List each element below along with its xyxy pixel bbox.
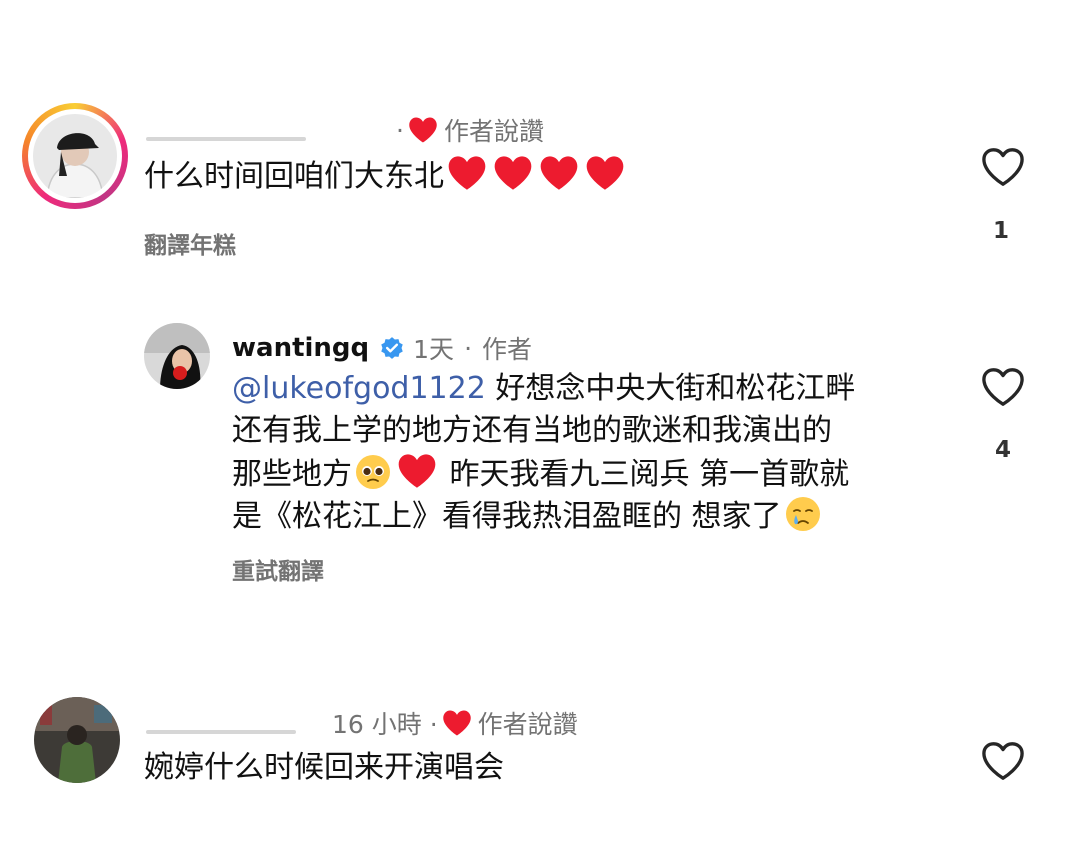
avatar[interactable] — [144, 323, 210, 389]
comment-meta: · 作者說讚 — [146, 112, 544, 148]
author-liked-label: 作者說讚 — [443, 117, 544, 146]
username[interactable]: wantingq — [232, 333, 369, 363]
author-liked-label: 作者說讚 — [477, 710, 578, 739]
hidden-username — [146, 730, 296, 734]
author-tag: 作者 — [482, 335, 533, 364]
mention-link[interactable]: @lukeofgod1122 — [232, 371, 486, 406]
red-heart-emoji-icon — [398, 454, 436, 488]
like-count: 1 — [992, 218, 1009, 244]
red-heart-emoji-icon — [540, 156, 578, 190]
red-heart-emoji-icon — [494, 156, 532, 190]
hidden-username — [146, 137, 306, 141]
comment-time: 16 小時 · — [332, 710, 438, 739]
author-liked-heart-icon — [409, 117, 437, 143]
comment-body: 什么时间回咱们大东北 — [144, 159, 444, 194]
like-heart-outline-icon[interactable] — [980, 740, 1026, 782]
meta-separator: · — [396, 115, 404, 145]
like-count: 4 — [994, 437, 1011, 463]
reply-line: 昨天我看九三阅兵 第一首歌就 — [440, 457, 850, 492]
crying-face-emoji-icon — [785, 497, 820, 531]
avatar[interactable] — [34, 697, 120, 783]
reply-line: 好想念中央大街和松花江畔 — [485, 371, 856, 406]
retry-translate-button[interactable]: 重試翻譯 — [232, 552, 324, 586]
reply-line: 那些地方 — [232, 457, 352, 492]
avatar — [33, 114, 117, 198]
comment-text: 婉婷什么时候回来开演唱会 — [144, 750, 504, 785]
like-heart-outline-icon[interactable] — [980, 146, 1026, 188]
verified-badge-icon — [381, 337, 403, 359]
like-heart-outline-icon[interactable] — [980, 366, 1026, 408]
red-heart-emoji-icon — [448, 156, 486, 190]
pleading-face-emoji-icon — [356, 455, 390, 489]
translate-button[interactable]: 翻譯年糕 — [144, 226, 236, 260]
comments-section: · 作者說讚 什么时间回咱们大东北 翻譯年糕 1 wantingq 1天 · 作… — [0, 0, 1080, 865]
reply-line: 还有我上学的地方还有当地的歌迷和我演出的 — [232, 413, 832, 448]
meta-separator: · — [464, 333, 473, 363]
avatar-story-ring[interactable] — [22, 103, 128, 209]
author-liked-heart-icon — [442, 710, 471, 736]
reply-time: 1天 — [413, 335, 455, 364]
red-heart-emoji-icon — [586, 156, 624, 190]
reply-line: 是《松花江上》看得我热泪盈眶的 想家了 — [232, 499, 782, 534]
reply-text: @lukeofgod1122 好想念中央大街和松花江畔 还有我上学的地方还有当地… — [232, 368, 855, 538]
comment-text: 什么时间回咱们大东北 — [144, 154, 628, 198]
comment-meta: 16 小時 · 作者說讚 — [146, 705, 578, 741]
reply-meta: wantingq 1天 · 作者 — [232, 330, 532, 366]
